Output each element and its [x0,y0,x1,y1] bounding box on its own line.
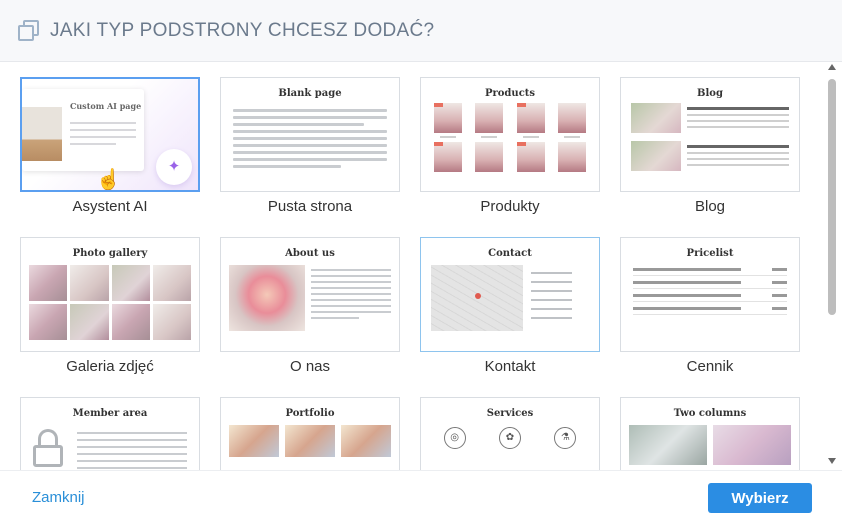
sparkle-icon: ✦ [156,149,192,185]
card-label: Cennik [686,358,734,375]
page-type-card-services[interactable]: Services ◎ ✿ ⚗ [420,397,600,470]
interior-photo [22,107,62,161]
scrollbar-thumb[interactable] [828,79,836,315]
thumbnail: Services ◎ ✿ ⚗ [420,397,600,470]
vertical-scrollbar[interactable] [827,62,839,470]
page-type-card-pricelist[interactable]: Pricelist Cennik [620,237,800,375]
card-label: O nas [289,358,331,375]
page-type-card-contact[interactable]: Contact Kontakt [420,237,600,375]
add-page-dialog: JAKI TYP PODSTRONY CHCESZ DODAĆ? Custom … [0,0,842,525]
thumbnail: Pricelist [620,237,800,352]
thumbnail: Photo gallery [20,237,200,352]
hand-pointer-icon: ☝ [96,169,121,191]
page-type-card-blog[interactable]: Blog Blog [620,77,800,215]
page-type-card-portfolio[interactable]: Portfolio [220,397,400,470]
dialog-footer: Zamknij Wybierz [0,470,842,525]
thumbnail: Member area [20,397,200,470]
thumbnail: Portfolio [220,397,400,470]
card-label: Kontakt [484,358,536,375]
page-type-card-two-columns[interactable]: Two columns [620,397,800,470]
card-label: Asystent AI [72,198,148,215]
page-type-card-member[interactable]: Member area [20,397,200,470]
pages-copy-icon [18,19,40,42]
scroll-down-arrow-icon[interactable] [828,458,836,464]
page-type-list: Custom AI page ✦ ☝ Asystent AI Blank pag… [0,62,842,470]
thumbnail: Custom AI page ✦ ☝ [20,77,200,192]
lock-icon [33,429,63,467]
select-button[interactable]: Wybierz [708,483,812,513]
thumbnail: Two columns [620,397,800,470]
map-image [431,265,523,331]
card-label: Produkty [480,198,540,215]
service-icon: ◎ [443,427,466,449]
close-link[interactable]: Zamknij [32,489,85,506]
dialog-header: JAKI TYP PODSTRONY CHCESZ DODAĆ? [0,0,842,62]
thumbnail: About us [220,237,400,352]
thumbnail: Contact [420,237,600,352]
page-type-card-products[interactable]: Products Produkty [420,77,600,215]
service-icon: ⚗ [554,427,577,449]
page-type-card-blank[interactable]: Blank page Pusta strona [220,77,400,215]
card-label: Blog [694,198,726,215]
card-label: Pusta strona [267,198,353,215]
card-label: Galeria zdjęć [66,358,154,375]
page-type-card-about[interactable]: About us O nas [220,237,400,375]
thumbnail: Blank page [220,77,400,192]
page-type-card-gallery[interactable]: Photo gallery Galeria zdjęć [20,237,200,375]
thumbnail: Products [420,77,600,192]
service-icon: ✿ [498,427,521,449]
scroll-up-arrow-icon[interactable] [828,64,836,70]
thumbnail: Blog [620,77,800,192]
page-type-card-ai[interactable]: Custom AI page ✦ ☝ Asystent AI [20,77,200,215]
dialog-title: JAKI TYP PODSTRONY CHCESZ DODAĆ? [50,19,435,41]
